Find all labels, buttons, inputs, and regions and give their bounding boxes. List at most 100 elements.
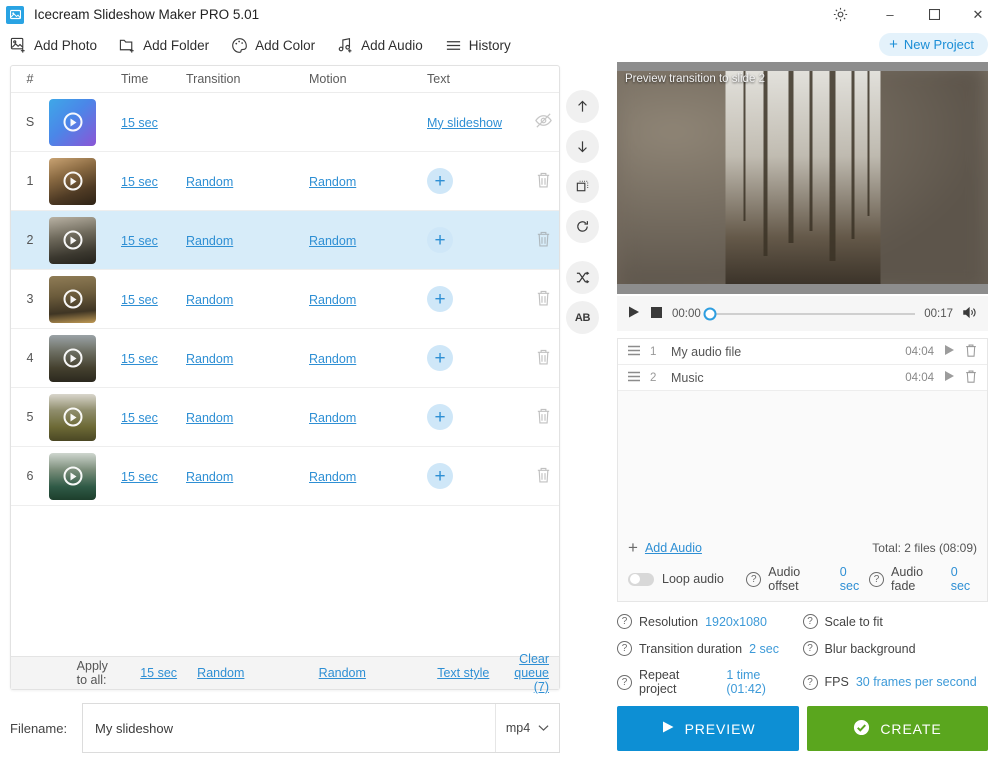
setting-value[interactable]: 30 frames per second (856, 675, 977, 689)
audio-play-icon[interactable] (943, 370, 955, 385)
move-up-icon[interactable] (566, 90, 599, 123)
slide-transition-link[interactable]: Random (186, 175, 233, 189)
slide-thumbnail[interactable] (49, 158, 96, 205)
row-thumbnail-cell[interactable] (49, 158, 121, 205)
help-icon[interactable]: ? (617, 641, 632, 656)
table-row[interactable]: 5 15 sec Random Random + (11, 388, 559, 447)
text-style-link[interactable]: Text style (437, 666, 489, 680)
crop-icon[interactable] (566, 170, 599, 203)
sort-ab-icon[interactable]: AB (566, 301, 599, 334)
slide-thumbnail[interactable] (49, 453, 96, 500)
new-project-button[interactable]: + New Project (879, 33, 988, 56)
slide-thumbnail[interactable] (49, 394, 96, 441)
apply-time-link[interactable]: 15 sec (140, 666, 177, 680)
help-icon[interactable]: ? (803, 641, 818, 656)
slide-thumbnail[interactable] (49, 276, 96, 323)
trash-icon[interactable] (535, 171, 552, 192)
format-select[interactable]: mp4 (495, 704, 559, 752)
slide-duration-link[interactable]: 15 sec (121, 293, 158, 307)
table-row[interactable]: 6 15 sec Random Random + (11, 447, 559, 506)
slide-text-link[interactable]: My slideshow (427, 116, 502, 130)
seek-knob[interactable] (703, 307, 716, 320)
add-text-button[interactable]: + (427, 227, 453, 253)
apply-transition-link[interactable]: Random (197, 666, 244, 680)
clear-queue-link[interactable]: Clear queue (7) (514, 652, 549, 694)
help-icon[interactable]: ? (803, 675, 818, 690)
slide-transition-link[interactable]: Random (186, 411, 233, 425)
trash-icon[interactable] (535, 230, 552, 251)
loop-audio-toggle[interactable] (628, 573, 654, 586)
shuffle-icon[interactable] (566, 261, 599, 294)
row-thumbnail-cell[interactable] (49, 335, 121, 382)
setting-value[interactable]: 1 time (01:42) (726, 668, 802, 696)
play-icon[interactable] (627, 305, 641, 322)
slide-duration-link[interactable]: 15 sec (121, 352, 158, 366)
apply-motion-link[interactable]: Random (319, 666, 366, 680)
row-thumbnail-cell[interactable] (49, 394, 121, 441)
slide-duration-link[interactable]: 15 sec (121, 234, 158, 248)
add-audio-link[interactable]: Add Audio (645, 541, 702, 555)
audio-fade-help-icon[interactable]: ? (869, 572, 884, 587)
gear-icon[interactable] (820, 0, 860, 29)
setting-item[interactable]: ?Blur background (803, 641, 989, 656)
audio-play-icon[interactable] (943, 344, 955, 359)
table-row[interactable]: 1 15 sec Random Random + (11, 152, 559, 211)
seek-slider[interactable] (710, 313, 915, 315)
help-icon[interactable]: ? (803, 614, 818, 629)
slide-thumbnail[interactable] (49, 99, 96, 146)
table-row[interactable]: 4 15 sec Random Random + (11, 329, 559, 388)
audio-delete-icon[interactable] (964, 343, 978, 361)
preview-button[interactable]: PREVIEW (617, 706, 799, 751)
add-photo-button[interactable]: Add Photo (10, 37, 97, 54)
volume-icon[interactable] (962, 305, 978, 323)
maximize-button[interactable] (912, 0, 956, 29)
row-thumbnail-cell[interactable] (49, 453, 121, 500)
setting-item[interactable]: ?Transition duration 2 sec (617, 641, 803, 656)
trash-icon[interactable] (535, 289, 552, 310)
setting-item[interactable]: ?Resolution 1920x1080 (617, 614, 803, 629)
slide-transition-link[interactable]: Random (186, 293, 233, 307)
add-text-button[interactable]: + (427, 463, 453, 489)
slide-motion-link[interactable]: Random (309, 234, 356, 248)
slide-motion-link[interactable]: Random (309, 470, 356, 484)
audio-offset-help-icon[interactable]: ? (746, 572, 761, 587)
slide-motion-link[interactable]: Random (309, 175, 356, 189)
slide-transition-link[interactable]: Random (186, 470, 233, 484)
audio-track-row[interactable]: 2 Music 04:04 (618, 365, 987, 391)
setting-value[interactable]: 2 sec (749, 642, 779, 656)
filename-input[interactable] (83, 704, 495, 752)
audio-fade-value[interactable]: 0 sec (951, 565, 977, 593)
history-button[interactable]: History (445, 37, 511, 54)
move-down-icon[interactable] (566, 130, 599, 163)
help-icon[interactable]: ? (617, 675, 632, 690)
slide-transition-link[interactable]: Random (186, 352, 233, 366)
audio-track-row[interactable]: 1 My audio file 04:04 (618, 339, 987, 365)
create-button[interactable]: CREATE (807, 706, 988, 751)
help-icon[interactable]: ? (617, 614, 632, 629)
preview-player[interactable]: Preview transition to slide 2 (617, 62, 988, 294)
trash-icon[interactable] (535, 466, 552, 487)
row-thumbnail-cell[interactable] (49, 99, 121, 146)
audio-offset-value[interactable]: 0 sec (840, 565, 869, 593)
row-thumbnail-cell[interactable] (49, 217, 121, 264)
slide-duration-link[interactable]: 15 sec (121, 116, 158, 130)
slide-transition-link[interactable]: Random (186, 234, 233, 248)
row-thumbnail-cell[interactable] (49, 276, 121, 323)
slide-motion-link[interactable]: Random (309, 293, 356, 307)
rotate-icon[interactable] (566, 210, 599, 243)
trash-icon[interactable] (535, 407, 552, 428)
slide-duration-link[interactable]: 15 sec (121, 411, 158, 425)
add-text-button[interactable]: + (427, 345, 453, 371)
add-audio-button[interactable]: Add Audio (337, 37, 423, 54)
slide-thumbnail[interactable] (49, 335, 96, 382)
table-row[interactable]: S 15 sec My slideshow (11, 93, 559, 152)
setting-item[interactable]: ?Repeat project 1 time (01:42) (617, 668, 803, 696)
minimize-button[interactable]: – (868, 0, 912, 29)
drag-handle-icon[interactable] (627, 345, 641, 358)
add-text-button[interactable]: + (427, 168, 453, 194)
slide-duration-link[interactable]: 15 sec (121, 470, 158, 484)
stop-icon[interactable] (650, 306, 663, 322)
add-color-button[interactable]: Add Color (231, 37, 315, 54)
eye-off-icon[interactable] (534, 111, 553, 133)
close-button[interactable]: ✕ (956, 0, 1000, 29)
